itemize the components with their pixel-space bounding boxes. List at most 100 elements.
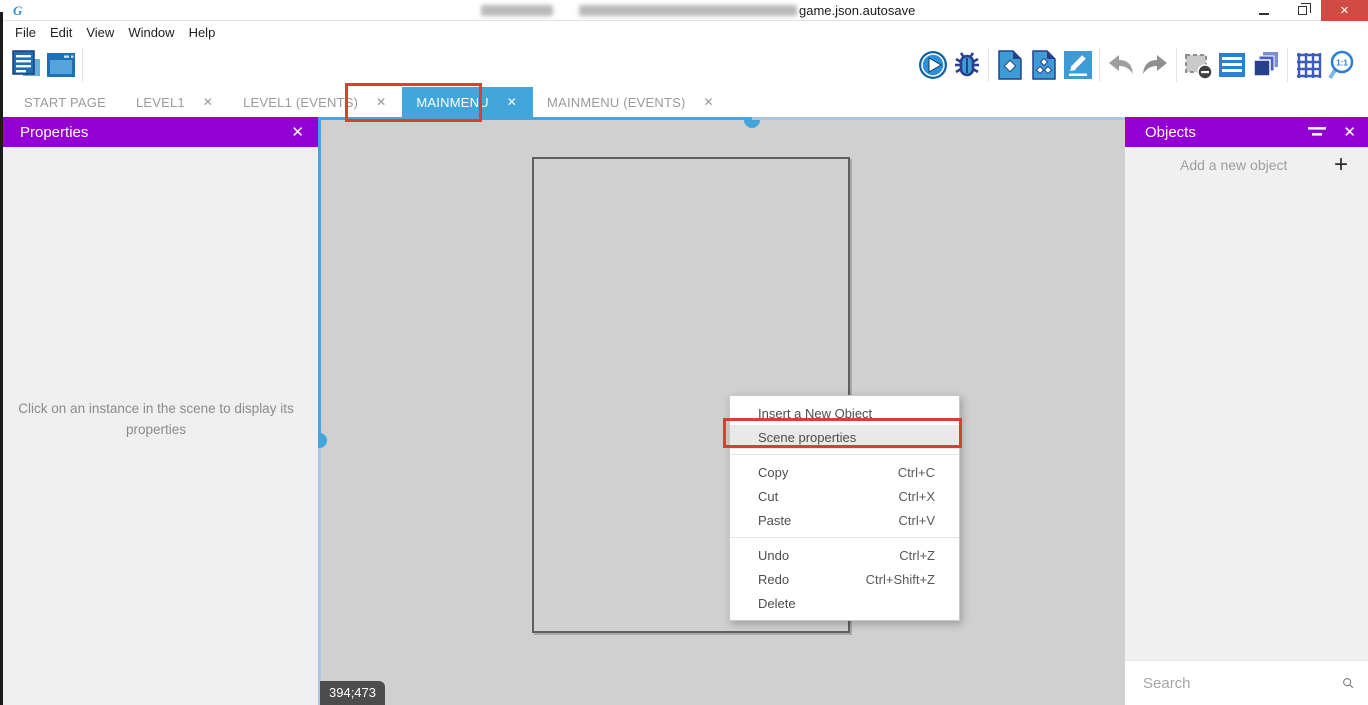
restore-button[interactable] [1283,0,1321,21]
titlebar: G game.json.autosave ✕ [0,0,1368,21]
selection-border-top-light [752,117,1125,120]
bug-icon [951,49,983,81]
search-icon [1342,672,1354,694]
selection-border-left [318,117,321,440]
restore-icon [1298,6,1307,15]
objects-panel: Objects ✕ Add a new object + [1125,117,1368,705]
objects-panel-title: Objects [1145,124,1307,141]
play-button[interactable] [916,48,950,82]
tab-level1[interactable]: LEVEL1 ✕ [122,87,229,117]
objects-search-bar [1125,660,1368,705]
redo-button[interactable] [1138,48,1172,82]
menu-file[interactable]: File [8,25,43,40]
toggle-grid-button[interactable] [1292,48,1326,82]
toggle-mask-button[interactable] [1181,48,1215,82]
edit-pencil-icon [1062,49,1094,81]
layers-icon [1250,49,1282,81]
tab-close-icon[interactable]: ✕ [704,95,714,109]
properties-panel-header: Properties ✕ [0,117,318,147]
undo-icon [1105,49,1137,81]
edit-scene-button[interactable] [1061,48,1095,82]
toolbar-separator [1287,48,1288,82]
minimize-button[interactable] [1245,0,1283,21]
context-menu-item-undo[interactable]: Undo Ctrl+Z [730,543,959,567]
tab-close-icon[interactable]: ✕ [507,95,517,109]
grid-icon [1293,49,1325,81]
context-menu-item-paste[interactable]: Paste Ctrl+V [730,508,959,532]
tab-start-page[interactable]: START PAGE [10,87,122,117]
tabbar: START PAGE LEVEL1 ✕ LEVEL1 (EVENTS) ✕ MA… [0,87,1368,117]
add-object-label: Add a new object [1180,157,1334,173]
toolbar-separator [82,48,83,82]
scene-canvas[interactable]: 394;473 Insert a New Object Scene proper… [318,117,1125,705]
tab-level1-events[interactable]: LEVEL1 (EVENTS) ✕ [229,87,402,117]
objects-close-icon[interactable]: ✕ [1343,123,1356,141]
menubar: File Edit View Window Help [0,21,1368,43]
list-icon [1216,49,1248,81]
add-object-row[interactable]: Add a new object + [1125,147,1368,183]
tab-close-icon[interactable]: ✕ [203,95,213,109]
redacted-path-segment [481,5,553,16]
menu-view[interactable]: View [79,25,121,40]
scene-objects-icon [1028,49,1060,81]
start-page-button[interactable] [44,48,78,82]
redacted-path-segment [579,5,797,16]
properties-empty-message: Click on an instance in the scene to dis… [18,399,294,441]
gdevelop-logo-icon: G [12,3,27,18]
properties-close-icon[interactable]: ✕ [291,123,304,141]
search-input[interactable] [1143,675,1342,692]
debug-button[interactable] [950,48,984,82]
instances-list-button[interactable] [1215,48,1249,82]
context-menu-item-copy[interactable]: Copy Ctrl+C [730,460,959,484]
window-title: game.json.autosave [481,0,915,21]
zoom-1-1-icon: 1:1 [1327,49,1359,81]
properties-panel-title: Properties [20,124,291,141]
undo-button[interactable] [1104,48,1138,82]
window-title-text: game.json.autosave [799,3,915,18]
context-menu-item-insert-new-object[interactable]: Insert a New Object [730,401,959,425]
svg-text:1:1: 1:1 [1336,59,1348,68]
context-menu-item-cut[interactable]: Cut Ctrl+X [730,484,959,508]
filter-icon [1307,125,1327,139]
project-manager-icon [11,49,43,81]
redo-icon [1139,49,1171,81]
resize-handle-left[interactable] [318,433,327,448]
selection-border-left-light [318,440,321,705]
tab-close-icon[interactable]: ✕ [376,95,386,109]
tab-mainmenu[interactable]: MAINMENU ✕ [402,87,533,117]
svg-text:G: G [13,3,23,18]
scene-object-icon [994,49,1026,81]
filter-button[interactable] [1307,125,1327,139]
insert-object-button[interactable] [993,48,1027,82]
toolbar-separator [1099,48,1100,82]
tab-mainmenu-events[interactable]: MAINMENU (EVENTS) ✕ [533,87,730,117]
objects-panel-header: Objects ✕ [1125,117,1368,147]
properties-panel: Properties ✕ Click on an instance in the… [0,117,318,705]
mask-remove-icon [1182,49,1214,81]
context-menu-item-scene-properties[interactable]: Scene properties [730,425,959,449]
toolbar: 1:1 [0,43,1368,87]
zoom-original-button[interactable]: 1:1 [1326,48,1360,82]
close-button[interactable]: ✕ [1321,0,1368,21]
window-icon [45,49,77,81]
objects-editor-button[interactable] [1027,48,1061,82]
cursor-coordinates-badge: 394;473 [320,681,385,705]
main-area: Properties ✕ Click on an instance in the… [0,117,1368,705]
context-menu: Insert a New Object Scene properties Cop… [729,395,960,621]
toolbar-separator [1176,48,1177,82]
menu-edit[interactable]: Edit [43,25,79,40]
project-manager-button[interactable] [10,48,44,82]
gdevelop-window: G game.json.autosave ✕ File Edit View Wi… [0,0,1368,705]
layers-button[interactable] [1249,48,1283,82]
selection-border-top [318,117,752,120]
window-controls: ✕ [1245,0,1368,21]
close-icon: ✕ [1340,4,1349,17]
resize-handle-top[interactable] [744,120,760,128]
menu-help[interactable]: Help [182,25,223,40]
menu-window[interactable]: Window [121,25,181,40]
minimize-icon [1259,13,1269,15]
context-menu-item-redo[interactable]: Redo Ctrl+Shift+Z [730,567,959,591]
add-object-plus-icon[interactable]: + [1334,153,1348,177]
context-menu-item-delete[interactable]: Delete [730,591,959,615]
context-menu-separator [730,537,959,538]
